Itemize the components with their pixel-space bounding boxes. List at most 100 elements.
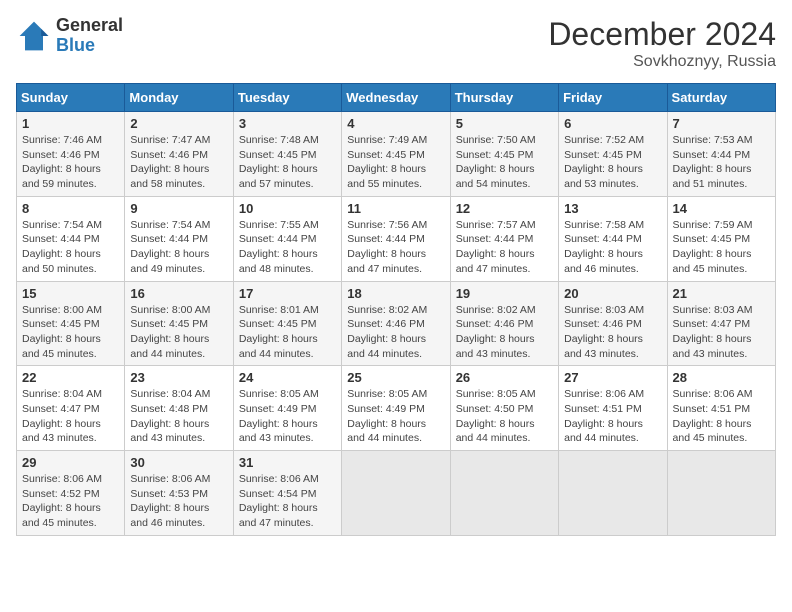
day-number: 25 <box>347 370 444 385</box>
calendar-cell: 26Sunrise: 8:05 AMSunset: 4:50 PMDayligh… <box>450 366 558 451</box>
day-number: 21 <box>673 286 770 301</box>
calendar-cell: 24Sunrise: 8:05 AMSunset: 4:49 PMDayligh… <box>233 366 341 451</box>
day-info: Sunrise: 7:59 AMSunset: 4:45 PMDaylight:… <box>673 218 770 277</box>
calendar-cell: 9 Sunrise: 7:54 AMSunset: 4:44 PMDaylight… <box>125 196 233 281</box>
day-of-week-header: Friday <box>559 84 667 112</box>
day-info: Sunrise: 8:05 AMSunset: 4:50 PMDaylight:… <box>456 387 553 446</box>
day-number: 29 <box>22 455 119 470</box>
day-of-week-header: Sunday <box>17 84 125 112</box>
calendar-cell <box>667 451 775 536</box>
day-info: Sunrise: 8:03 AMSunset: 4:47 PMDaylight:… <box>673 303 770 362</box>
day-number: 23 <box>130 370 227 385</box>
day-number: 27 <box>564 370 661 385</box>
day-info: Sunrise: 7:53 AMSunset: 4:44 PMDaylight:… <box>673 133 770 192</box>
day-number: 1 <box>22 116 119 131</box>
calendar-cell: 7 Sunrise: 7:53 AMSunset: 4:44 PMDaylight… <box>667 112 775 197</box>
month-title: December 2024 <box>548 16 776 53</box>
calendar-cell: 3 Sunrise: 7:48 AMSunset: 4:45 PMDaylight… <box>233 112 341 197</box>
day-info: Sunrise: 7:48 AMSunset: 4:45 PMDaylight:… <box>239 133 336 192</box>
calendar-cell: 6 Sunrise: 7:52 AMSunset: 4:45 PMDaylight… <box>559 112 667 197</box>
calendar-cell: 13 Sunrise: 7:58 AMSunset: 4:44 PMDayligh… <box>559 196 667 281</box>
day-number: 11 <box>347 201 444 216</box>
calendar-cell: 8Sunrise: 7:54 AMSunset: 4:44 PMDaylight… <box>17 196 125 281</box>
calendar: SundayMondayTuesdayWednesdayThursdayFrid… <box>16 83 776 536</box>
location: Sovkhoznyy, Russia <box>548 53 776 71</box>
day-info: Sunrise: 7:50 AMSunset: 4:45 PMDaylight:… <box>456 133 553 192</box>
day-number: 28 <box>673 370 770 385</box>
day-info: Sunrise: 8:06 AMSunset: 4:52 PMDaylight:… <box>22 472 119 531</box>
calendar-cell <box>342 451 450 536</box>
day-number: 22 <box>22 370 119 385</box>
day-number: 5 <box>456 116 553 131</box>
day-number: 7 <box>673 116 770 131</box>
calendar-cell: 20Sunrise: 8:03 AMSunset: 4:46 PMDayligh… <box>559 281 667 366</box>
calendar-cell: 12 Sunrise: 7:57 AMSunset: 4:44 PMDayligh… <box>450 196 558 281</box>
day-info: Sunrise: 7:58 AMSunset: 4:44 PMDaylight:… <box>564 218 661 277</box>
day-info: Sunrise: 8:05 AMSunset: 4:49 PMDaylight:… <box>347 387 444 446</box>
day-number: 20 <box>564 286 661 301</box>
calendar-cell: 21 Sunrise: 8:03 AMSunset: 4:47 PMDayligh… <box>667 281 775 366</box>
day-number: 31 <box>239 455 336 470</box>
calendar-cell <box>450 451 558 536</box>
calendar-cell: 31 Sunrise: 8:06 AMSunset: 4:54 PMDayligh… <box>233 451 341 536</box>
day-number: 13 <box>564 201 661 216</box>
day-of-week-header: Tuesday <box>233 84 341 112</box>
day-info: Sunrise: 8:00 AMSunset: 4:45 PMDaylight:… <box>22 303 119 362</box>
calendar-cell: 27 Sunrise: 8:06 AMSunset: 4:51 PMDayligh… <box>559 366 667 451</box>
day-of-week-header: Wednesday <box>342 84 450 112</box>
logo-icon <box>16 18 52 54</box>
day-info: Sunrise: 7:49 AMSunset: 4:45 PMDaylight:… <box>347 133 444 192</box>
day-info: Sunrise: 7:56 AMSunset: 4:44 PMDaylight:… <box>347 218 444 277</box>
day-number: 30 <box>130 455 227 470</box>
day-of-week-header: Monday <box>125 84 233 112</box>
day-info: Sunrise: 8:02 AMSunset: 4:46 PMDaylight:… <box>456 303 553 362</box>
day-info: Sunrise: 7:52 AMSunset: 4:45 PMDaylight:… <box>564 133 661 192</box>
day-info: Sunrise: 7:46 AMSunset: 4:46 PMDaylight:… <box>22 133 119 192</box>
calendar-week-row: 22 Sunrise: 8:04 AMSunset: 4:47 PMDayligh… <box>17 366 776 451</box>
calendar-cell: 10Sunrise: 7:55 AMSunset: 4:44 PMDayligh… <box>233 196 341 281</box>
day-info: Sunrise: 7:47 AMSunset: 4:46 PMDaylight:… <box>130 133 227 192</box>
calendar-cell: 18Sunrise: 8:02 AMSunset: 4:46 PMDayligh… <box>342 281 450 366</box>
day-number: 18 <box>347 286 444 301</box>
day-number: 6 <box>564 116 661 131</box>
calendar-cell: 19Sunrise: 8:02 AMSunset: 4:46 PMDayligh… <box>450 281 558 366</box>
day-info: Sunrise: 7:57 AMSunset: 4:44 PMDaylight:… <box>456 218 553 277</box>
calendar-cell: 14 Sunrise: 7:59 AMSunset: 4:45 PMDayligh… <box>667 196 775 281</box>
day-number: 8 <box>22 201 119 216</box>
calendar-cell: 30 Sunrise: 8:06 AMSunset: 4:53 PMDayligh… <box>125 451 233 536</box>
day-number: 12 <box>456 201 553 216</box>
calendar-cell: 15Sunrise: 8:00 AMSunset: 4:45 PMDayligh… <box>17 281 125 366</box>
calendar-week-row: 29 Sunrise: 8:06 AMSunset: 4:52 PMDayligh… <box>17 451 776 536</box>
day-info: Sunrise: 8:06 AMSunset: 4:54 PMDaylight:… <box>239 472 336 531</box>
logo: General Blue <box>16 16 123 56</box>
day-number: 9 <box>130 201 227 216</box>
day-number: 16 <box>130 286 227 301</box>
day-of-week-header: Thursday <box>450 84 558 112</box>
calendar-cell: 29 Sunrise: 8:06 AMSunset: 4:52 PMDayligh… <box>17 451 125 536</box>
calendar-body: 1 Sunrise: 7:46 AMSunset: 4:46 PMDaylight… <box>17 112 776 536</box>
calendar-cell <box>559 451 667 536</box>
calendar-cell: 25 Sunrise: 8:05 AMSunset: 4:49 PMDayligh… <box>342 366 450 451</box>
day-number: 3 <box>239 116 336 131</box>
calendar-week-row: 8 Sunrise: 7:54 AMSunset: 4:44 PMDaylight… <box>17 196 776 281</box>
title-block: December 2024 Sovkhoznyy, Russia <box>548 16 776 71</box>
day-info: Sunrise: 7:55 AMSunset: 4:44 PMDaylight:… <box>239 218 336 277</box>
logo-text: General Blue <box>56 16 123 56</box>
day-info: Sunrise: 7:54 AMSunset: 4:44 PMDaylight:… <box>130 218 227 277</box>
calendar-cell: 2 Sunrise: 7:47 AMSunset: 4:46 PMDaylight… <box>125 112 233 197</box>
day-info: Sunrise: 8:04 AMSunset: 4:48 PMDaylight:… <box>130 387 227 446</box>
calendar-cell: 22 Sunrise: 8:04 AMSunset: 4:47 PMDayligh… <box>17 366 125 451</box>
calendar-cell: 28Sunrise: 8:06 AMSunset: 4:51 PMDayligh… <box>667 366 775 451</box>
calendar-cell: 17 Sunrise: 8:01 AMSunset: 4:45 PMDayligh… <box>233 281 341 366</box>
day-info: Sunrise: 8:06 AMSunset: 4:51 PMDaylight:… <box>564 387 661 446</box>
day-number: 14 <box>673 201 770 216</box>
day-info: Sunrise: 8:04 AMSunset: 4:47 PMDaylight:… <box>22 387 119 446</box>
day-of-week-header: Saturday <box>667 84 775 112</box>
day-info: Sunrise: 8:01 AMSunset: 4:45 PMDaylight:… <box>239 303 336 362</box>
day-number: 24 <box>239 370 336 385</box>
day-number: 2 <box>130 116 227 131</box>
calendar-cell: 16Sunrise: 8:00 AMSunset: 4:45 PMDayligh… <box>125 281 233 366</box>
page-header: General Blue December 2024 Sovkhoznyy, R… <box>16 16 776 71</box>
day-number: 17 <box>239 286 336 301</box>
day-info: Sunrise: 8:06 AMSunset: 4:53 PMDaylight:… <box>130 472 227 531</box>
